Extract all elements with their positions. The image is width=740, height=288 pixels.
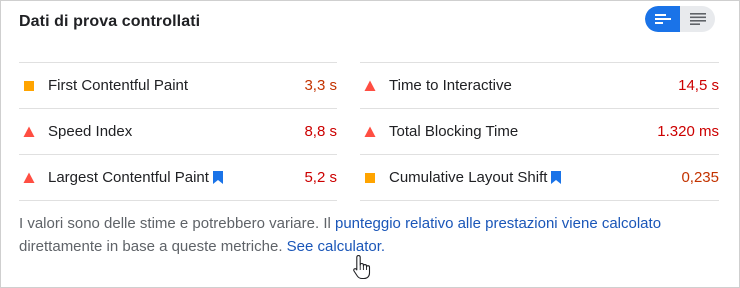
triangle-icon <box>364 126 376 137</box>
metric-row-speed-index: Speed Index 8,8 s <box>19 108 337 154</box>
metric-label: Time to Interactive <box>389 77 512 94</box>
metric-row-time-to-interactive: Time to Interactive 14,5 s <box>360 62 719 108</box>
bookmark-icon <box>212 171 223 184</box>
metric-value: 5,2 s <box>304 169 337 186</box>
metrics-panel: Dati di prova controllati First Contentf… <box>0 0 740 288</box>
triangle-icon <box>23 172 35 183</box>
metric-label: Total Blocking Time <box>389 123 519 140</box>
metric-label: Largest Contentful Paint <box>48 169 223 186</box>
metric-value: 14,5 s <box>678 77 719 94</box>
metric-row-largest-contentful-paint: Largest Contentful Paint 5,2 s <box>19 154 337 201</box>
detailed-list-view-button[interactable] <box>680 6 715 32</box>
metric-label: Speed Index <box>48 123 133 140</box>
metrics-disclaimer: I valori sono delle stime e potrebbero v… <box>19 212 719 258</box>
performance-score-link[interactable]: punteggio relativo alle prestazioni vien… <box>335 215 661 232</box>
metric-row-cumulative-layout-shift: Cumulative Layout Shift 0,235 <box>360 154 719 201</box>
square-icon <box>365 173 375 183</box>
see-calculator-link[interactable]: See calculator. <box>287 238 385 255</box>
panel-title: Dati di prova controllati <box>19 13 201 30</box>
detailed-list-view-icon <box>689 13 706 25</box>
metric-value: 8,8 s <box>304 123 337 140</box>
metric-row-first-contentful-paint: First Contentful Paint 3,3 s <box>19 62 337 108</box>
triangle-icon <box>364 80 376 91</box>
bar-list-view-icon <box>654 14 671 24</box>
hand-pointer-cursor-icon <box>353 254 371 280</box>
triangle-icon <box>23 126 35 137</box>
view-toggle <box>645 6 715 32</box>
metric-value: 1.320 ms <box>657 123 719 140</box>
metrics-column-right: Time to Interactive 14,5 s Total Blockin… <box>360 62 719 201</box>
bookmark-icon <box>551 171 562 184</box>
metric-row-total-blocking-time: Total Blocking Time 1.320 ms <box>360 108 719 154</box>
metric-value: 3,3 s <box>304 77 337 94</box>
metric-label: First Contentful Paint <box>48 77 189 94</box>
metric-value: 0,235 <box>681 169 719 186</box>
disclaimer-text: I valori sono delle stime e potrebbero v… <box>19 215 335 232</box>
bar-list-view-button[interactable] <box>645 6 680 32</box>
disclaimer-text-continued: direttamente in base a queste metriche. <box>19 238 287 255</box>
metrics-column-left: First Contentful Paint 3,3 s Speed Index… <box>19 62 337 201</box>
metric-label: Cumulative Layout Shift <box>389 169 562 186</box>
panel-header: Dati di prova controllati <box>19 1 721 45</box>
square-icon <box>24 81 34 91</box>
